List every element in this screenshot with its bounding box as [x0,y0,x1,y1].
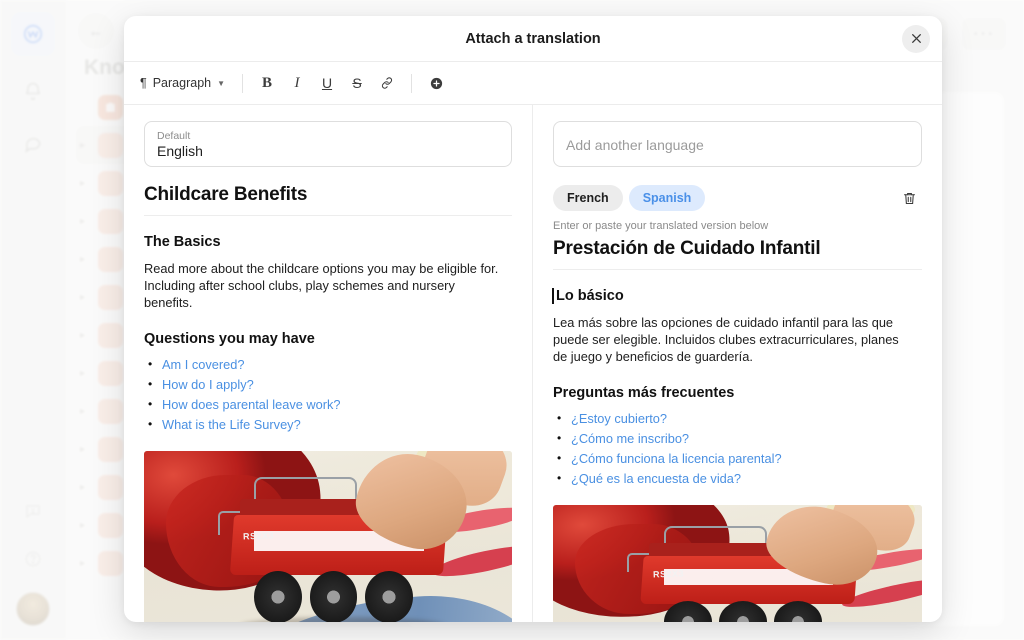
toolbar-divider [242,73,244,93]
source-question-list: Am I covered? How do I apply? How does p… [144,354,512,435]
list-item[interactable]: How does parental leave work? [144,394,512,415]
editor-toolbar: ¶ Paragraph ▼ B I U S [124,62,942,105]
trash-icon[interactable] [896,185,922,211]
tab-spanish[interactable]: Spanish [628,185,706,211]
source-questions-heading: Questions you may have [144,331,315,347]
source-language-value: English [157,143,203,159]
strikethrough-button[interactable]: S [343,69,371,97]
translation-image: RS2X3 [553,505,922,622]
bold-button[interactable]: B [253,69,281,97]
list-item[interactable]: ¿Qué es la encuesta de vida? [553,468,922,489]
plus-circle-icon[interactable] [422,69,450,97]
add-language-placeholder: Add another language [566,137,704,153]
source-doc-title: Childcare Benefits [144,184,512,216]
editor-panes: Default English Childcare Benefits The B… [124,105,942,622]
close-icon[interactable] [902,24,930,53]
source-language-field[interactable]: Default English [144,121,512,167]
paragraph-style-label: Paragraph [152,76,212,90]
modal-header: Attach a translation [124,16,942,62]
source-image: RS2X3 [144,451,512,622]
translation-section-heading[interactable]: Lo básico [552,288,922,304]
language-tabs: French Spanish [553,185,922,211]
source-pane: Default English Childcare Benefits The B… [124,105,533,622]
list-item[interactable]: ¿Cómo funciona la licencia parental? [553,448,922,469]
underline-button[interactable]: U [313,69,341,97]
translation-hint: Enter or paste your translated version b… [553,220,769,232]
list-item[interactable]: What is the Life Survey? [144,414,512,435]
toolbar-divider [411,73,413,93]
translation-question-list: ¿Estoy cubierto? ¿Cómo me inscribo? ¿Cóm… [553,408,922,489]
list-item[interactable]: Am I covered? [144,354,512,375]
list-item[interactable]: ¿Estoy cubierto? [553,408,922,429]
translation-pane: Add another language French Spanish Ente… [533,105,942,622]
source-section-heading: The Basics [144,234,221,250]
tab-french[interactable]: French [553,185,623,211]
add-language-field[interactable]: Add another language [553,121,922,167]
page-title: Attach a translation [465,30,601,47]
chevron-down-icon: ▼ [217,78,226,88]
list-item[interactable]: ¿Cómo me inscribo? [553,428,922,449]
link-icon[interactable] [373,69,401,97]
translation-doc-title[interactable]: Prestación de Cuidado Infantil [553,238,922,270]
attach-translation-modal: Attach a translation ¶ Paragraph ▼ B I U… [124,16,942,622]
source-language-label: Default [157,130,191,142]
paragraph-style-dropdown[interactable]: ¶ Paragraph ▼ [136,69,232,97]
list-item[interactable]: How do I apply? [144,374,512,395]
pilcrow-icon: ¶ [140,76,147,90]
translation-body-text[interactable]: Lea más sobre las opciones de cuidado in… [553,314,913,365]
italic-button[interactable]: I [283,69,311,97]
source-body-text: Read more about the childcare options yo… [144,261,499,310]
translation-questions-heading[interactable]: Preguntas más frecuentes [553,385,922,401]
